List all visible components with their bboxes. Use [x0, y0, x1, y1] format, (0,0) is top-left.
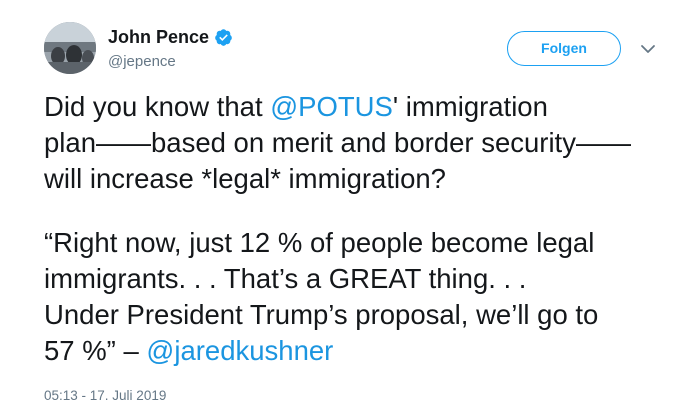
tweet-text-segment: ' immigration	[392, 91, 548, 122]
tweet-line: plan——based on merit and border security…	[44, 127, 631, 158]
chevron-down-icon[interactable]	[640, 42, 656, 54]
mention-link-potus[interactable]: @POTUS	[270, 91, 393, 122]
user-handle[interactable]: @jepence	[108, 53, 233, 71]
author-block: John Pence @jepence	[108, 26, 233, 71]
display-name[interactable]: John Pence	[108, 26, 209, 48]
mention-link-jaredkushner[interactable]: @jaredkushner	[146, 335, 333, 366]
avatar[interactable]	[44, 22, 96, 74]
tweet-line: Under President Trump’s proposal, we’ll …	[44, 299, 599, 330]
tweet-text-segment: 57 %” –	[44, 335, 147, 366]
tweet-line: will increase *legal* immigration?	[44, 163, 446, 194]
avatar-image	[44, 22, 96, 74]
tweet-card: John Pence @jepence Folgen Did you know …	[0, 0, 700, 417]
follow-button[interactable]: Folgen	[507, 31, 621, 66]
verified-badge-icon	[214, 28, 233, 47]
tweet-line: “Right now, just 12 % of people become l…	[44, 227, 595, 258]
tweet-timestamp[interactable]: 05:13 - 17. Juli 2019	[44, 388, 166, 403]
tweet-line: Did you know that @POTUS' immigration	[44, 89, 684, 125]
tweet-line: immigrants. . . That’s a GREAT thing. . …	[44, 263, 527, 294]
name-row: John Pence	[108, 26, 233, 48]
tweet-text-segment: Did you know that	[44, 91, 271, 122]
tweet-line: 57 %” – @jaredkushner	[44, 333, 684, 369]
tweet-text: Did you know that @POTUS' immigration pl…	[44, 89, 684, 369]
